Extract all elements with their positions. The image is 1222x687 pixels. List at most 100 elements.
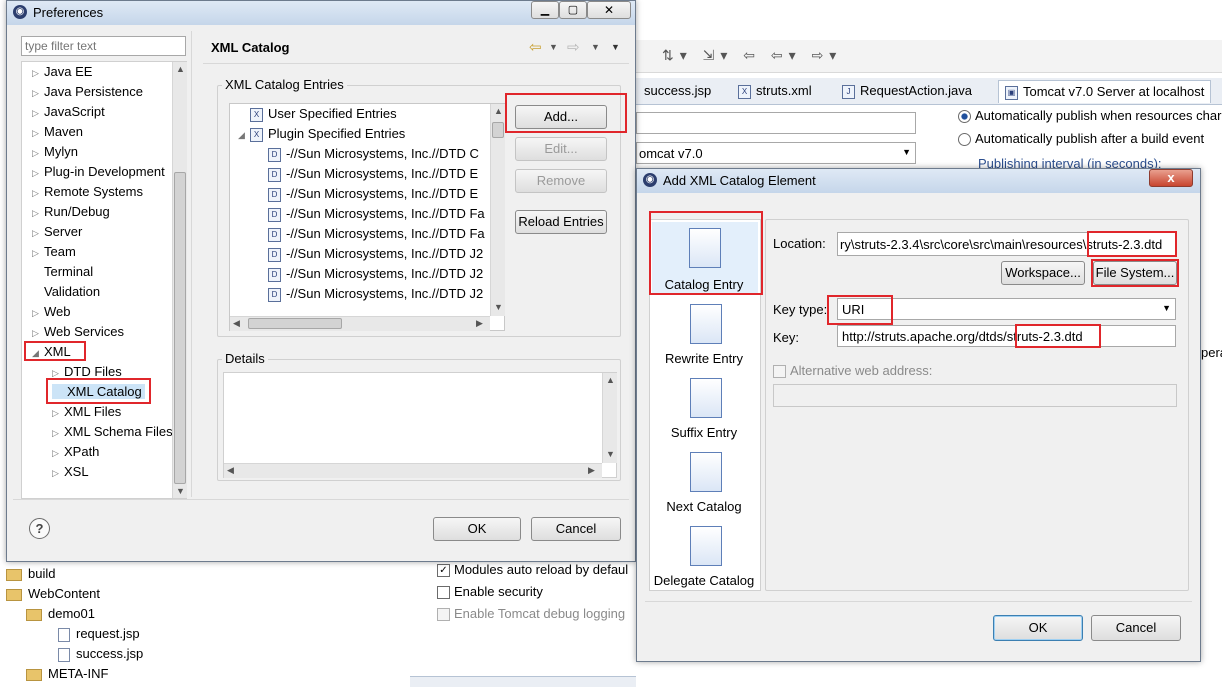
alternative-web-address-input[interactable] <box>773 384 1177 407</box>
location-input[interactable]: ry\struts-2.3.4\src\core\src\main\resour… <box>837 232 1176 256</box>
expand-arrow-icon[interactable]: ▷ <box>32 88 44 99</box>
minimize-button[interactable]: ▁ <box>531 1 559 19</box>
back-menu-icon[interactable]: ▼ <box>549 42 558 52</box>
scroll-down-icon[interactable]: ▼ <box>494 302 503 312</box>
dialog-ok-button[interactable]: OK <box>993 615 1083 641</box>
expand-arrow-icon[interactable]: ▷ <box>32 188 44 199</box>
tab-requestaction-java[interactable]: J RequestAction.java <box>842 80 972 102</box>
tree-item[interactable]: XML Catalog <box>52 384 145 399</box>
project-tree-item[interactable]: build <box>6 566 55 581</box>
scroll-left-icon[interactable]: ◀ <box>227 465 234 476</box>
alternative-web-address-checkbox[interactable]: Alternative web address: <box>773 363 932 379</box>
scroll-up-icon[interactable]: ▲ <box>494 106 503 116</box>
catalog-folder-item[interactable]: X User Specified Entries <box>238 106 397 122</box>
rewrite-entry-icon[interactable] <box>690 304 722 344</box>
details-horizontal-scrollbar[interactable]: ◀ ▶ <box>224 463 602 478</box>
expand-arrow-icon[interactable]: ▷ <box>32 68 44 79</box>
close-button[interactable]: ✕ <box>587 1 631 19</box>
expand-arrow-icon[interactable]: ▷ <box>32 108 44 119</box>
expand-arrow-icon[interactable]: ▷ <box>32 208 44 219</box>
tree-item[interactable]: ▷ Web Services <box>32 324 124 339</box>
expand-arrow-icon[interactable]: ▷ <box>52 368 64 379</box>
tree-item[interactable]: ◢ XML <box>32 344 71 359</box>
key-type-dropdown[interactable]: URI ▼ <box>837 298 1176 320</box>
scroll-right-icon[interactable]: ▶ <box>476 318 483 329</box>
catalog-entry-row[interactable]: D -//Sun Microsystems, Inc.//DTD E <box>256 166 478 182</box>
next-catalog-label[interactable]: Next Catalog <box>650 499 758 514</box>
catalog-folder-item[interactable]: ◢ X Plugin Specified Entries <box>238 126 405 142</box>
catalog-entry-row[interactable]: D -//Sun Microsystems, Inc.//DTD J2 <box>256 266 483 282</box>
scroll-down-icon[interactable]: ▼ <box>176 486 185 496</box>
collapse-arrow-icon[interactable]: ◢ <box>238 130 250 141</box>
modules-auto-reload-checkbox[interactable]: ✓ Modules auto reload by defaul <box>437 562 628 578</box>
tree-item[interactable]: Validation <box>32 284 100 299</box>
forward-arrow-icon[interactable]: ⇨ <box>567 38 580 56</box>
expand-arrow-icon[interactable]: ▷ <box>32 328 44 339</box>
tab-struts-xml[interactable]: Xstruts.xml <box>738 80 812 102</box>
tree-item[interactable]: ▷ DTD Files <box>52 364 122 379</box>
workspace-button[interactable]: Workspace... <box>1001 261 1085 285</box>
maximize-button[interactable]: ▢ <box>559 1 587 19</box>
tree-vertical-scrollbar[interactable]: ▲ ▼ <box>172 62 187 498</box>
rewrite-entry-label[interactable]: Rewrite Entry <box>650 351 758 366</box>
sash-divider[interactable] <box>191 31 196 497</box>
tree-item[interactable]: Terminal <box>32 264 93 279</box>
project-tree-item[interactable]: success.jsp <box>46 646 143 662</box>
tree-item[interactable]: ▷ Team <box>32 244 76 259</box>
catalog-entry-row[interactable]: D -//Sun Microsystems, Inc.//DTD Fa <box>256 226 485 242</box>
tree-item[interactable]: ▷ Server <box>32 224 82 239</box>
project-tree-item[interactable]: WebContent <box>6 586 100 601</box>
back-arrow-icon[interactable]: ⇦ <box>529 38 542 56</box>
tree-item[interactable]: ▷ XML Files <box>52 404 121 419</box>
project-tree-item[interactable]: META-INF <box>26 666 108 681</box>
entries-horizontal-scrollbar[interactable]: ◀ ▶ <box>230 316 490 331</box>
expand-arrow-icon[interactable]: ▷ <box>52 468 64 479</box>
tree-item[interactable]: ▷ XML Schema Files <box>52 424 173 439</box>
catalog-entry-row[interactable]: D -//Sun Microsystems, Inc.//DTD C <box>256 146 479 162</box>
scroll-left-icon[interactable]: ◀ <box>233 318 240 329</box>
tree-item[interactable]: ▷ Maven <box>32 124 83 139</box>
project-tree-item[interactable]: request.jsp <box>46 626 140 642</box>
collapse-arrow-icon[interactable]: ◢ <box>32 348 44 359</box>
tree-item[interactable]: ▷ XSL <box>52 464 89 479</box>
server-name-field[interactable] <box>636 112 916 134</box>
tab-tomcat-server[interactable]: ▣ Tomcat v7.0 Server at localhost <box>998 80 1212 103</box>
file-system-button[interactable]: File System... <box>1093 261 1177 285</box>
tree-item[interactable]: ▷ Web <box>32 304 71 319</box>
scroll-up-icon[interactable]: ▲ <box>176 64 185 74</box>
ok-button[interactable]: OK <box>433 517 521 541</box>
expand-arrow-icon[interactable]: ▷ <box>32 168 44 179</box>
dialog-cancel-button[interactable]: Cancel <box>1091 615 1181 641</box>
entries-scroll-thumb[interactable] <box>492 122 504 138</box>
catalog-entry-row[interactable]: D -//Sun Microsystems, Inc.//DTD J2 <box>256 286 483 302</box>
expand-arrow-icon[interactable]: ▷ <box>52 448 64 459</box>
forward-menu-icon[interactable]: ▼ <box>591 42 600 52</box>
publish-option-1[interactable]: Automatically publish when resources cha… <box>958 108 1221 124</box>
expand-arrow-icon[interactable]: ▷ <box>32 308 44 319</box>
scroll-up-icon[interactable]: ▲ <box>606 375 615 385</box>
tab-success-jsp[interactable]: success.jsp <box>644 80 711 102</box>
catalog-entry-row[interactable]: D -//Sun Microsystems, Inc.//DTD E <box>256 186 478 202</box>
expand-arrow-icon[interactable]: ▷ <box>32 148 44 159</box>
suffix-entry-icon[interactable] <box>690 378 722 418</box>
tree-item[interactable]: ▷ Mylyn <box>32 144 78 159</box>
expand-arrow-icon[interactable]: ▷ <box>32 248 44 259</box>
expand-arrow-icon[interactable]: ▷ <box>32 228 44 239</box>
remove-button[interactable]: Remove <box>515 169 607 193</box>
project-tree-item[interactable]: demo01 <box>26 606 95 621</box>
tree-item[interactable]: ▷ JavaScript <box>32 104 105 119</box>
enable-security-checkbox[interactable]: Enable security <box>437 584 543 600</box>
delegate-catalog-icon[interactable] <box>690 526 722 566</box>
dialog-close-button[interactable]: x <box>1149 169 1193 187</box>
delegate-catalog-label[interactable]: Delegate Catalog <box>650 573 758 588</box>
scroll-right-icon[interactable]: ▶ <box>588 465 595 476</box>
catalog-entry-row[interactable]: D -//Sun Microsystems, Inc.//DTD Fa <box>256 206 485 222</box>
key-input[interactable]: http://struts.apache.org/dtds/struts-2.3… <box>837 325 1176 347</box>
add-button[interactable]: Add... <box>515 105 607 129</box>
suffix-entry-label[interactable]: Suffix Entry <box>650 425 758 440</box>
cancel-button[interactable]: Cancel <box>531 517 621 541</box>
entries-vertical-scrollbar[interactable]: ▲ ▼ <box>490 104 505 316</box>
reload-entries-button[interactable]: Reload Entries <box>515 210 607 234</box>
scroll-down-icon[interactable]: ▼ <box>606 449 615 459</box>
tree-item[interactable]: ▷ Java Persistence <box>32 84 143 99</box>
